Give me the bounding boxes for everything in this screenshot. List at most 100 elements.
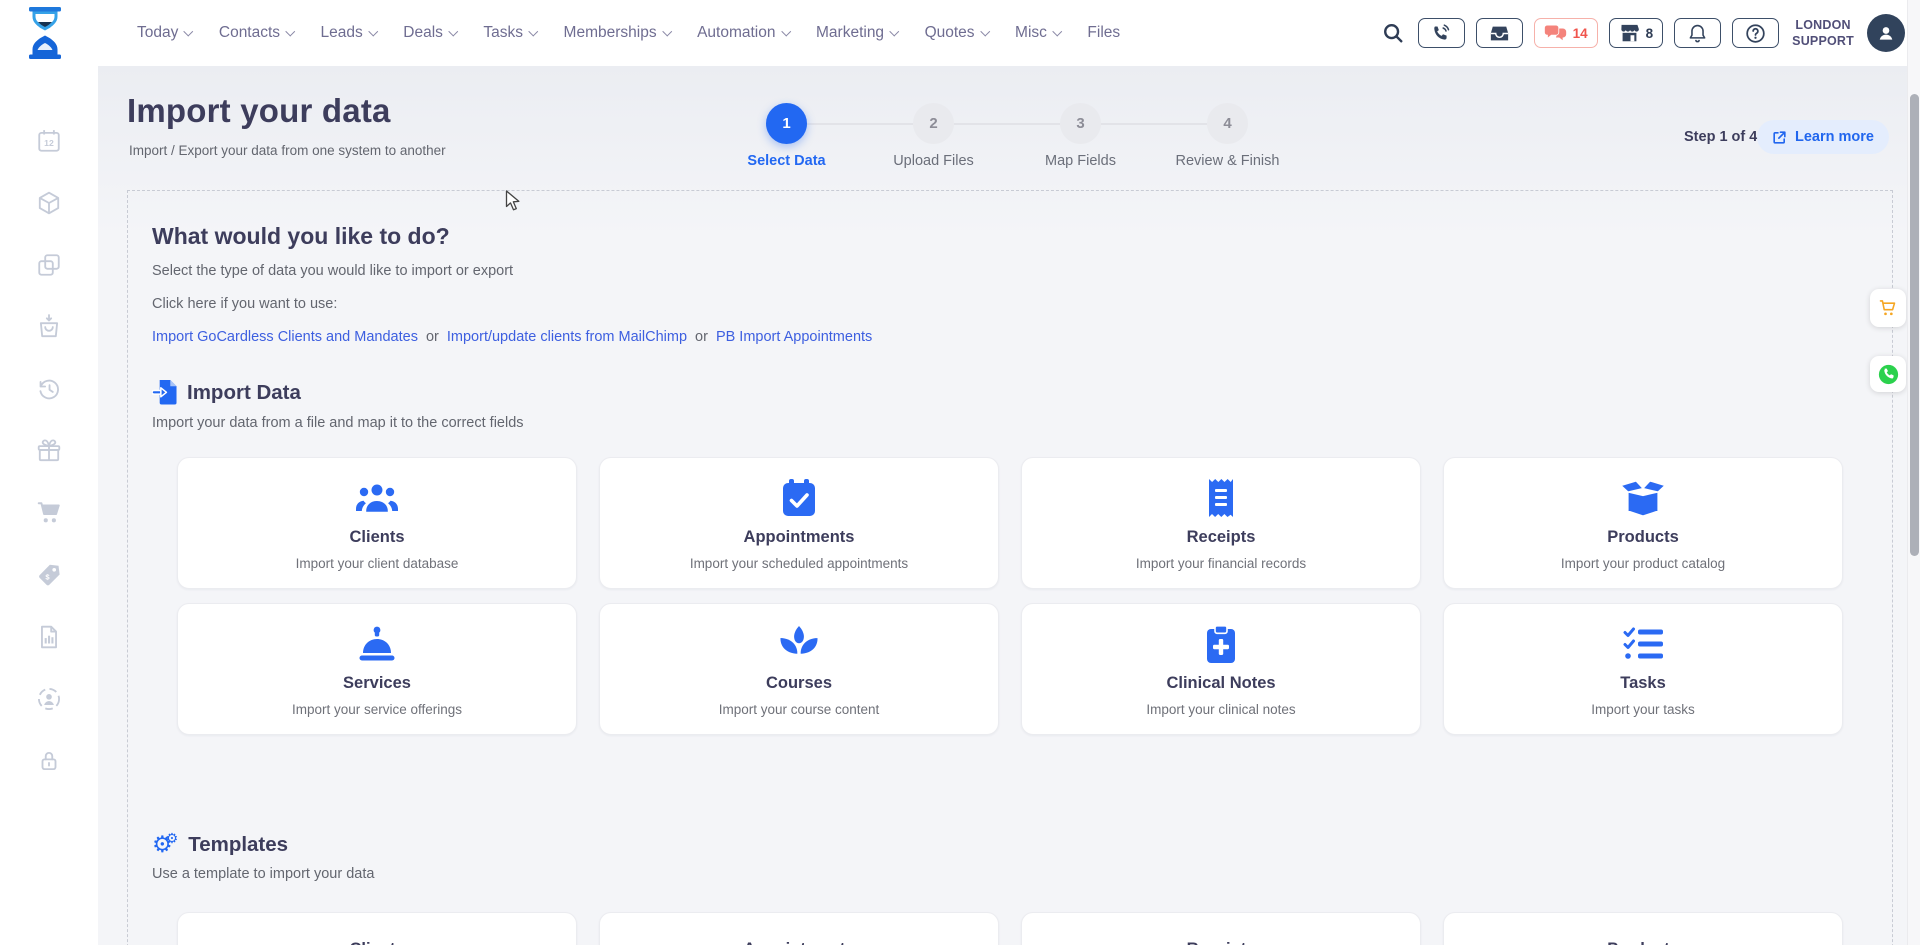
bag-import-icon[interactable] (36, 314, 62, 340)
step-select-data[interactable]: 1 Select Data (713, 103, 860, 169)
clone-icon[interactable] (36, 252, 62, 278)
wizard-stepper: 1 Select Data 2 Upload Files 3 Map Field… (713, 103, 1301, 169)
card-title: Appointments (744, 528, 855, 547)
nav-item-marketing[interactable]: Marketing (816, 24, 898, 42)
card-title: Clients (349, 940, 404, 945)
template-card-clients[interactable]: Clients (177, 912, 577, 945)
template-card-receipts[interactable]: Receipts (1021, 912, 1421, 945)
history-icon[interactable] (36, 376, 62, 402)
card-courses[interactable]: Courses Import your course content (599, 603, 999, 735)
card-clinical-notes[interactable]: Clinical Notes Import your clinical note… (1021, 603, 1421, 735)
cart-orange-icon (1878, 298, 1898, 318)
nav-item-deals[interactable]: Deals (403, 24, 456, 42)
nav-item-leads[interactable]: Leads (321, 24, 377, 42)
inbox-button[interactable] (1476, 18, 1523, 48)
whatsapp-widget-button[interactable] (1870, 356, 1906, 392)
store-button[interactable]: 8 (1609, 18, 1664, 48)
learn-more-button[interactable]: Learn more (1757, 120, 1889, 154)
card-clients[interactable]: Clients Import your client database (177, 457, 577, 589)
chevron-down-icon (286, 26, 295, 35)
step-upload-files[interactable]: 2 Upload Files (860, 103, 1007, 169)
chevron-down-icon (368, 26, 377, 35)
nav-label: Leads (321, 24, 363, 42)
page-scrollbar[interactable] (1907, 0, 1920, 945)
nav-item-memberships[interactable]: Memberships (564, 24, 671, 42)
nav-label: Marketing (816, 24, 884, 42)
help-button[interactable] (1732, 18, 1779, 48)
card-title: Products (1607, 940, 1679, 945)
card-title: Clients (349, 528, 404, 547)
nav-label: Quotes (925, 24, 975, 42)
page-subtitle: Import / Export your data from one syste… (129, 143, 446, 158)
search-icon[interactable] (1382, 22, 1404, 44)
external-link-icon (1772, 130, 1787, 145)
card-title: Clinical Notes (1166, 674, 1275, 693)
card-appointments[interactable]: Appointments Import your scheduled appoi… (599, 457, 999, 589)
nav-item-misc[interactable]: Misc (1015, 24, 1060, 42)
cart-icon[interactable] (36, 500, 62, 526)
card-title: Services (343, 674, 411, 693)
lock-icon[interactable] (36, 748, 62, 774)
step-review-finish[interactable]: 4 Review & Finish (1154, 103, 1301, 169)
nav-item-tasks[interactable]: Tasks (483, 24, 536, 42)
template-card-appointments[interactable]: Appointments (599, 912, 999, 945)
step-label: Review & Finish (1176, 153, 1280, 169)
nav-item-files[interactable]: Files (1087, 24, 1120, 42)
link-mailchimp[interactable]: Import/update clients from MailChimp (447, 329, 687, 345)
scrollbar-thumb[interactable] (1910, 94, 1919, 556)
nav-item-quotes[interactable]: Quotes (925, 24, 988, 42)
gift-icon[interactable] (36, 438, 62, 464)
hourglass-logo-icon (22, 7, 68, 59)
import-data-section: Import Data Import your data from a file… (152, 379, 1868, 735)
link-pb-appointments[interactable]: PB Import Appointments (716, 329, 872, 345)
account-line2: SUPPORT (1792, 33, 1854, 49)
card-receipts[interactable]: Receipts Import your financial records (1021, 457, 1421, 589)
calendar-icon[interactable]: 12 (36, 128, 62, 154)
nav-label: Deals (403, 24, 443, 42)
card-description: Import your service offerings (292, 702, 462, 717)
import-wizard-panel: What would you like to do? Select the ty… (127, 190, 1893, 945)
step-label: Select Data (747, 153, 825, 169)
card-services[interactable]: Services Import your service offerings (177, 603, 577, 735)
phone-button[interactable] (1418, 18, 1465, 48)
link-separator: or (695, 329, 708, 345)
quick-links: Import GoCardless Clients and Mandates o… (152, 329, 1868, 345)
question-circle-icon (1745, 23, 1766, 44)
nav-item-today[interactable]: Today (137, 24, 192, 42)
card-tasks[interactable]: Tasks Import your tasks (1443, 603, 1843, 735)
nav-item-automation[interactable]: Automation (697, 24, 789, 42)
clipboard-plus-icon (1206, 625, 1236, 663)
chevron-down-icon (184, 26, 193, 35)
intro-click-prompt: Click here if you want to use: (152, 296, 1868, 312)
card-title: Tasks (1620, 674, 1666, 693)
card-title: Receipts (1187, 528, 1256, 547)
chevron-down-icon (781, 26, 790, 35)
nav-label: Automation (697, 24, 775, 42)
template-card-products[interactable]: Products (1443, 912, 1843, 945)
cart-widget-button[interactable] (1870, 289, 1906, 327)
price-tag-icon[interactable]: $ (36, 562, 62, 588)
users-icon (355, 479, 399, 517)
user-circle-icon[interactable] (36, 686, 62, 712)
card-description: Import your scheduled appointments (690, 556, 908, 571)
chat-notifications-button[interactable]: 14 (1534, 18, 1598, 48)
card-products[interactable]: Products Import your product catalog (1443, 457, 1843, 589)
user-avatar[interactable] (1867, 14, 1905, 52)
app-logo[interactable] (22, 7, 68, 64)
link-gocardless[interactable]: Import GoCardless Clients and Mandates (152, 329, 418, 345)
step-map-fields[interactable]: 3 Map Fields (1007, 103, 1154, 169)
card-title: Courses (766, 674, 832, 693)
chevron-down-icon (449, 26, 458, 35)
templates-section: ⚙⚙ Templates Use a template to import yo… (152, 833, 1868, 945)
templates-title: Templates (188, 833, 288, 857)
notifications-button[interactable] (1674, 18, 1721, 48)
chevron-down-icon (529, 26, 538, 35)
report-icon[interactable] (36, 624, 62, 650)
intro-heading: What would you like to do? (152, 223, 1868, 250)
cube-icon[interactable] (36, 190, 62, 216)
intro-subheading: Select the type of data you would like t… (152, 263, 1868, 279)
top-header: Today Contacts Leads Deals Tasks Members… (0, 0, 1920, 66)
nav-item-contacts[interactable]: Contacts (219, 24, 294, 42)
page-title: Import your data (127, 92, 391, 130)
card-description: Import your client database (296, 556, 459, 571)
